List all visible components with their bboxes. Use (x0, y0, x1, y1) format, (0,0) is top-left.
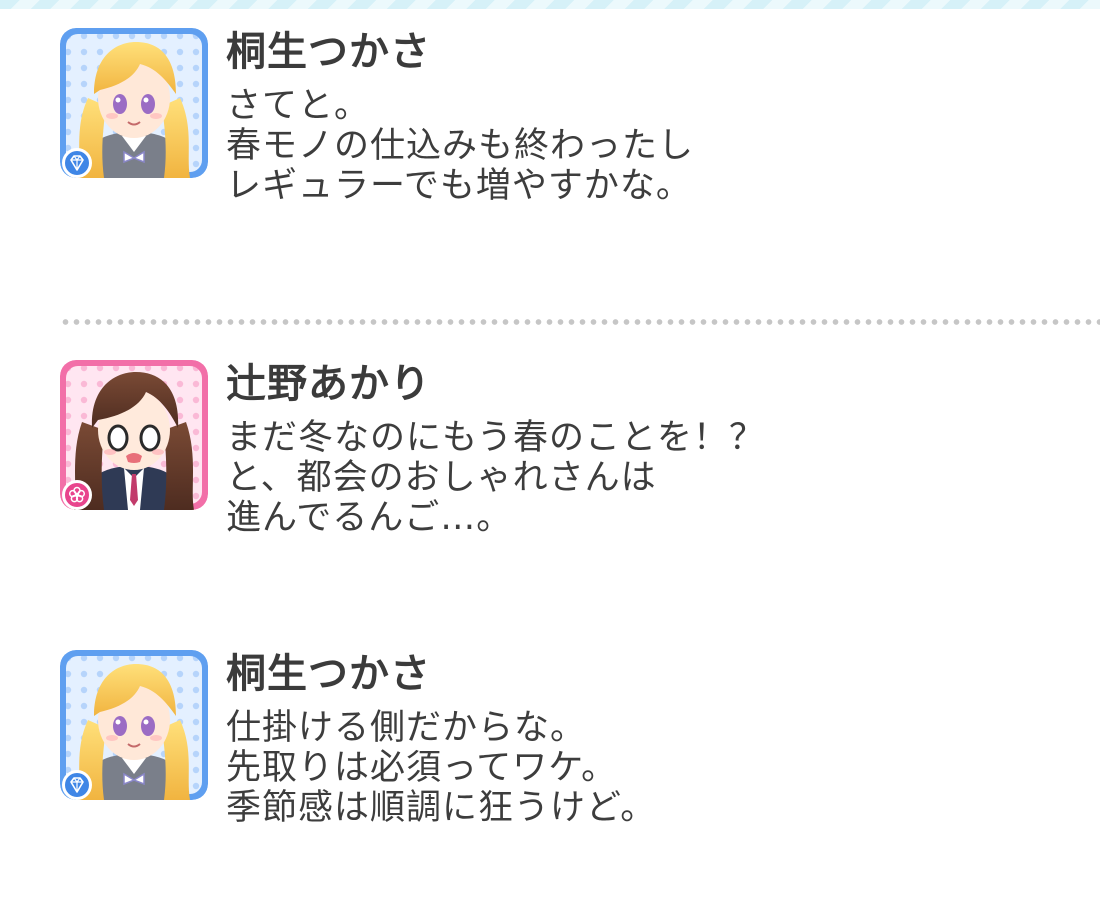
badge-icon (62, 148, 92, 178)
message-line: 季節感は順調に狂うけど。 (226, 788, 657, 828)
badge-icon (62, 770, 92, 800)
speaker-name: 桐生つかさ (226, 29, 431, 75)
message-text: さてと。 春モノの仕込みも終わったし レギュラーでも増やすかな。 (226, 86, 1086, 206)
message-line: と、都会のおしゃれさんは (226, 458, 657, 498)
message-line: レギュラーでも増やすかな。 (226, 166, 692, 206)
dialogue-feed: 桐生つかさ さてと。 春モノの仕込みも終わったし レギュラーでも増やすかな。 辻… (0, 0, 1100, 910)
speaker-name: 辻野あかり (226, 361, 431, 407)
message-line: 仕掛ける側だからな。 (226, 708, 587, 748)
message-line: さてと。 (226, 86, 371, 126)
speaker-avatar[interactable] (60, 650, 208, 800)
message-line: 進んでるんご…。 (226, 498, 513, 538)
message-line: まだ冬なのにもう春のことを！？ (226, 418, 765, 458)
speaker-name: 桐生つかさ (226, 651, 431, 697)
message-body: 辻野あかり まだ冬なのにもう春のことを！？ と、都会のおしゃれさんは 進んでるん… (226, 360, 1086, 538)
message-line: 先取りは必須ってワケ。 (226, 748, 618, 788)
message-text: まだ冬なのにもう春のことを！？ と、都会のおしゃれさんは 進んでるんご…。 (226, 418, 1086, 538)
message-text: 仕掛ける側だからな。 先取りは必須ってワケ。 季節感は順調に狂うけど。 (226, 708, 1086, 828)
message-body: 桐生つかさ さてと。 春モノの仕込みも終わったし レギュラーでも増やすかな。 (226, 28, 1086, 206)
message-body: 桐生つかさ 仕掛ける側だからな。 先取りは必須ってワケ。 季節感は順調に狂うけど… (226, 650, 1086, 828)
speaker-avatar[interactable] (60, 360, 208, 510)
speaker-avatar[interactable] (60, 28, 208, 178)
diamond-icon (70, 155, 84, 171)
dotted-divider (60, 318, 1100, 326)
badge-icon (62, 480, 92, 510)
diamond-icon (70, 777, 84, 793)
flower-icon (68, 486, 86, 503)
message-line: 春モノの仕込みも終わったし (226, 126, 695, 166)
